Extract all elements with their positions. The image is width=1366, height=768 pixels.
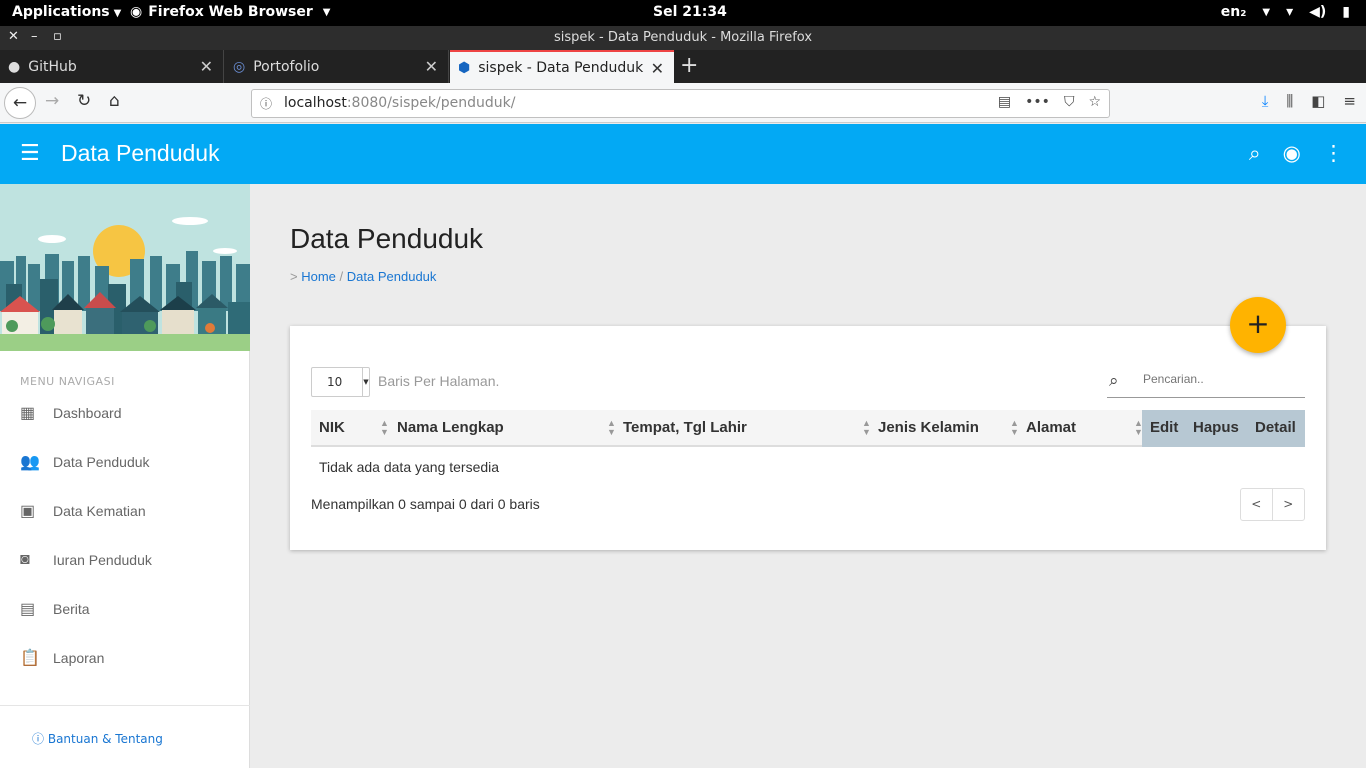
system-tray[interactable]: en₂ ▼ ▾ ◀) ▮	[1221, 4, 1350, 20]
chevron-down-icon: ▼	[322, 6, 331, 18]
url-text[interactable]: localhost:8080/sispek/penduduk/	[284, 95, 515, 111]
clipboard-icon: 📋	[20, 650, 40, 667]
sidebar-item-laporan[interactable]: 📋 Laporan	[20, 643, 104, 673]
news-icon: ▤	[20, 601, 36, 618]
tab-close-button[interactable]: ✕	[425, 57, 438, 76]
pocket-icon[interactable]: ⛉	[1064, 94, 1075, 110]
people-icon: 👥	[20, 454, 40, 471]
tab-portofolio[interactable]: ◎ Portofolio ✕	[225, 50, 449, 83]
column-header-detail: Detail	[1255, 419, 1296, 436]
hamburger-menu-icon[interactable]: ≡	[1343, 92, 1356, 110]
empty-table-message: Tidak ada data yang tersedia	[319, 459, 500, 475]
site-icon: ◎	[233, 58, 246, 75]
previous-page-button[interactable]: <	[1241, 489, 1273, 520]
page-title: Data Penduduk	[290, 223, 484, 254]
hamburger-menu-icon[interactable]: ☰	[20, 141, 40, 166]
site-icon: ⬢	[458, 59, 471, 76]
column-header-tempat-tgl-lahir[interactable]: Tempat, Tgl Lahir ▲ ▼	[615, 410, 871, 445]
search-field: ⌕	[1107, 366, 1305, 398]
new-tab-button[interactable]: +	[680, 53, 698, 78]
chevron-down-icon: ▼	[362, 368, 369, 396]
table-info: Menampilkan 0 sampai 0 dari 0 baris	[311, 496, 540, 512]
search-icon[interactable]: ⌕	[1249, 141, 1261, 166]
search-icon: ⌕	[1109, 371, 1119, 391]
search-input[interactable]	[1143, 372, 1293, 386]
column-header-hapus: Hapus	[1193, 419, 1239, 436]
reload-button[interactable]: ↻	[77, 91, 91, 111]
column-header-jenis-kelamin[interactable]: Jenis Kelamin ▲ ▼	[870, 410, 1019, 445]
pagination: < >	[1240, 488, 1305, 521]
app-header: ☰ Data Penduduk ⌕ ◉ ⋮	[0, 124, 1366, 184]
next-page-button[interactable]: >	[1273, 489, 1304, 520]
downloads-icon[interactable]: ⤓	[1262, 92, 1269, 110]
menu-header: MENU NAVIGASI	[20, 375, 115, 388]
wifi-icon: ▾	[1286, 4, 1294, 20]
browser-app-menu[interactable]: ◉ Firefox Web Browser ▼	[130, 4, 331, 20]
table-header: NIK ▲ ▼ Nama Lengkap ▲ ▼ Tempat, Tgl Lahir…	[311, 410, 1305, 447]
add-penduduk-button[interactable]: +	[1230, 297, 1286, 353]
app-title: Data Penduduk	[61, 140, 220, 166]
window-title: sispek - Data Penduduk - Mozilla Firefox	[553, 30, 813, 45]
plus-icon: +	[1246, 307, 1270, 340]
site-info-icon[interactable]: ⓘ	[260, 95, 272, 112]
breadcrumb: > Home / Data Penduduk	[290, 269, 437, 284]
sidebar-toggle-icon[interactable]: ◧	[1311, 92, 1325, 110]
tab-bar: ● GitHub ✕ ◎ Portofolio ✕ ⬢ sispek - Dat…	[0, 50, 1366, 83]
breadcrumb-current[interactable]: Data Penduduk	[347, 269, 437, 284]
volume-icon: ◀)	[1309, 4, 1327, 20]
account-icon[interactable]: ◉	[1283, 141, 1301, 166]
column-header-edit: Edit	[1150, 419, 1179, 436]
info-icon: ⓘ	[32, 732, 45, 746]
sidebar-item-berita[interactable]: ▤ Berita	[20, 594, 90, 624]
chevron-down-icon: ▼	[113, 8, 122, 19]
column-header-nama-lengkap[interactable]: Nama Lengkap ▲ ▼	[389, 410, 616, 445]
dashboard-icon: ▦	[20, 405, 36, 422]
back-arrow-icon: ←	[12, 93, 28, 113]
sort-icon: ▲ ▼	[380, 418, 389, 437]
navigation-toolbar: ← → ↻ ⌂ ⓘ localhost:8080/sispek/penduduk…	[0, 83, 1366, 123]
chevron-down-icon: ▼	[1262, 6, 1271, 18]
more-vert-icon[interactable]: ⋮	[1323, 141, 1344, 166]
column-header-alamat[interactable]: Alamat ▲ ▼	[1018, 410, 1143, 445]
sidebar-item-iuran-penduduk[interactable]: ◙ Iuran Penduduk	[20, 545, 152, 575]
home-button[interactable]: ⌂	[109, 91, 120, 111]
back-button[interactable]: ←	[4, 87, 36, 119]
applications-menu[interactable]: Applications ▼	[12, 4, 121, 20]
page-actions-icon[interactable]: •••	[1025, 94, 1050, 110]
sidebar-item-dashboard[interactable]: ▦ Dashboard	[20, 398, 122, 428]
clock[interactable]: Sel 21:34	[653, 4, 727, 20]
rows-per-page-label: Baris Per Halaman.	[378, 373, 500, 389]
column-header-nik[interactable]: NIK ▲ ▼	[311, 410, 389, 445]
actions-header: Edit Hapus Detail	[1142, 410, 1305, 447]
breadcrumb-home-link[interactable]: Home	[301, 269, 336, 284]
firefox-icon: ◉	[130, 4, 143, 20]
github-icon: ●	[8, 58, 21, 75]
sidebar-item-data-kematian[interactable]: ▣ Data Kematian	[20, 496, 146, 526]
sidebar-item-data-penduduk[interactable]: 👥 Data Penduduk	[20, 447, 150, 477]
keyboard-layout[interactable]: en₂	[1221, 4, 1247, 20]
tab-sispek[interactable]: ⬢ sispek - Data Penduduk ✕	[450, 50, 674, 83]
tab-close-button[interactable]: ✕	[651, 59, 664, 78]
data-table-card: 10 ▼ Baris Per Halaman. ⌕ NIK ▲▼ Nama Le…	[290, 326, 1326, 550]
battery-icon: ▮	[1342, 4, 1350, 20]
bookmark-star-icon[interactable]: ☆	[1088, 94, 1101, 110]
reader-view-icon[interactable]: ▤	[998, 94, 1011, 110]
window-title-bar: ✕ – ▫ sispek - Data Penduduk - Mozilla F…	[0, 26, 1366, 50]
tab-github[interactable]: ● GitHub ✕	[0, 50, 224, 83]
tab-close-button[interactable]: ✕	[200, 57, 213, 76]
url-bar[interactable]: ⓘ localhost:8080/sispek/penduduk/ ▤ ••• …	[251, 89, 1110, 118]
rows-per-page-select[interactable]: 10 ▼	[311, 367, 370, 397]
sidebar: MENU NAVIGASI ▦ Dashboard 👥 Data Pendudu…	[0, 184, 250, 768]
library-icon[interactable]: ⫼	[1286, 92, 1293, 110]
help-about-link[interactable]: ⓘ Bantuan & Tentang	[0, 705, 250, 747]
sidebar-banner-illustration	[0, 184, 250, 351]
forward-button[interactable]: →	[45, 91, 59, 111]
system-top-bar: Applications ▼ ◉ Firefox Web Browser ▼ Sel …	[0, 0, 1366, 26]
badge-icon: ▣	[20, 503, 36, 520]
bag-icon: ◙	[20, 551, 30, 568]
